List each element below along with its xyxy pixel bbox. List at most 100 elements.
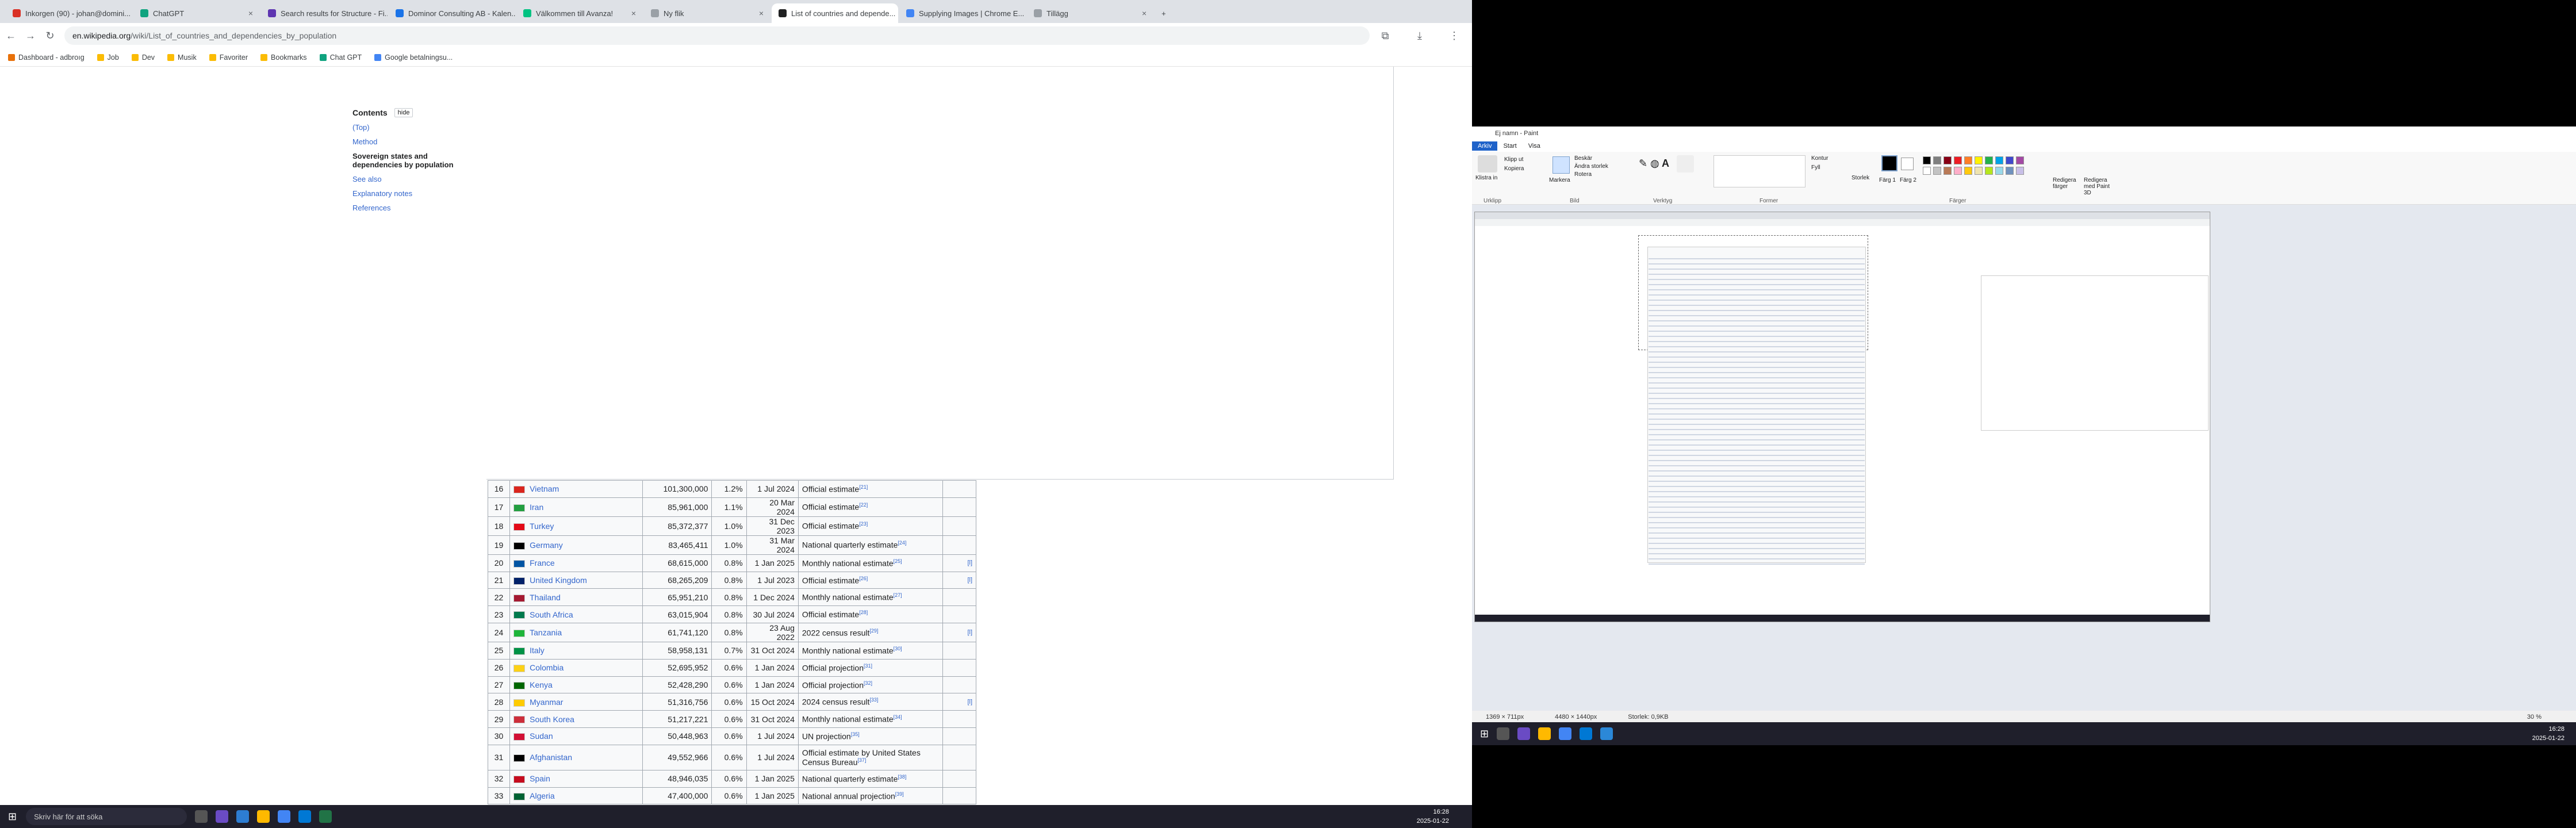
note-cell[interactable] [942, 535, 977, 555]
folder-icon[interactable] [257, 810, 270, 823]
toc-item-notes[interactable]: Explanatory notes [352, 189, 467, 198]
note-cell[interactable] [942, 658, 977, 677]
close-icon[interactable]: × [131, 9, 132, 18]
browser-tab[interactable]: Tillägg × [1027, 3, 1153, 23]
shapes-gallery[interactable] [1713, 155, 1805, 187]
note-cell[interactable] [942, 605, 977, 623]
vs-icon[interactable] [216, 810, 229, 823]
fill-icon[interactable]: ◍ [1650, 158, 1659, 170]
country-link[interactable]: France [530, 558, 555, 568]
close-icon[interactable]: × [245, 9, 253, 18]
download-icon[interactable]: ⤓ [1411, 27, 1428, 44]
chrome-icon-right[interactable] [1559, 727, 1572, 740]
toc-hide-button[interactable]: hide [394, 108, 413, 117]
bookmark-item[interactable]: Dashboard - adbroıg [8, 53, 85, 62]
paste-icon[interactable] [1478, 155, 1497, 172]
reference-link[interactable]: [24] [898, 540, 906, 546]
country-link[interactable]: South Africa [530, 610, 573, 619]
fill-dropdown[interactable]: Fyll [1811, 164, 1820, 171]
palette-swatch[interactable] [2006, 167, 2014, 175]
country-link[interactable]: Algeria [530, 791, 555, 800]
country-link[interactable]: United Kingdom [530, 576, 587, 585]
windows-start-icon[interactable]: ⊞ [8, 811, 17, 823]
note-cell[interactable] [942, 727, 977, 745]
pencil-icon[interactable]: ✎ [1639, 158, 1647, 170]
note-cell[interactable] [942, 497, 977, 517]
palette-swatch[interactable] [2006, 156, 2014, 164]
reference-link[interactable]: [22] [859, 502, 868, 508]
reload-icon[interactable]: ↻ [41, 27, 59, 44]
folder-icon-right[interactable] [1538, 727, 1551, 740]
reference-link[interactable]: [35] [851, 731, 860, 737]
task-view-icon[interactable] [195, 810, 208, 823]
bookmark-item[interactable]: Musik [167, 53, 197, 62]
search-icon-right[interactable] [1497, 727, 1510, 740]
reference-link[interactable]: [27] [894, 592, 902, 598]
palette-swatch[interactable] [1964, 167, 1972, 175]
palette-swatch[interactable] [1943, 167, 1952, 175]
country-link[interactable]: Sudan [530, 731, 553, 741]
back-icon[interactable]: ← [2, 27, 20, 44]
browser-tab[interactable]: Dominor Consulting AB - Kalen...× [389, 3, 515, 23]
reference-link[interactable]: [25] [894, 558, 902, 564]
taskbar-clock[interactable]: 16:28 2025-01-22 [1417, 807, 1449, 826]
toc-item-see-also[interactable]: See also [352, 175, 467, 183]
country-link[interactable]: Colombia [530, 663, 564, 672]
vscode-icon-right[interactable] [1580, 727, 1593, 740]
note-cell[interactable] [942, 787, 977, 805]
palette-swatch[interactable] [1923, 167, 1931, 175]
reference-link[interactable]: [28] [859, 610, 868, 615]
crop-button[interactable]: Beskär [1574, 155, 1592, 162]
browser-tab[interactable]: List of countries and depende...× [772, 3, 898, 23]
reference-link[interactable]: [32] [864, 680, 872, 686]
country-link[interactable]: Afghanistan [530, 753, 572, 762]
explorer-icon[interactable] [236, 810, 250, 823]
reference-link[interactable]: [21] [859, 484, 868, 490]
vscode-icon[interactable] [298, 810, 312, 823]
close-icon[interactable]: × [1138, 9, 1147, 18]
country-link[interactable]: Spain [530, 774, 550, 783]
tab-start[interactable]: Start [1497, 141, 1522, 151]
toc-item-method[interactable]: Method [352, 137, 467, 146]
windows-start-icon-right[interactable]: ⊞ [1480, 728, 1489, 740]
browser-tab[interactable]: Ny flik × [644, 3, 770, 23]
palette-swatch[interactable] [1975, 156, 1983, 164]
cut-button[interactable]: Klipp ut [1504, 156, 1523, 163]
country-link[interactable]: South Korea [530, 715, 574, 724]
outline-dropdown[interactable]: Kontur [1811, 155, 1828, 162]
paint-icon-right[interactable] [1600, 727, 1613, 740]
note-cell[interactable]: [l] [942, 571, 977, 589]
taskbar-search[interactable]: Skriv här för att söka [26, 808, 187, 825]
reference-link[interactable]: [26] [859, 576, 868, 581]
bookmark-item[interactable]: Google betalningsu... [374, 53, 453, 62]
excel-icon[interactable] [319, 810, 332, 823]
palette-swatch[interactable] [1943, 156, 1952, 164]
palette-swatch[interactable] [1964, 156, 1972, 164]
bookmark-item[interactable]: Favoriter [209, 53, 248, 62]
reference-link[interactable]: [31] [864, 663, 872, 669]
country-link[interactable]: Italy [530, 646, 545, 655]
country-link[interactable]: Iran [530, 503, 543, 512]
close-icon[interactable]: × [895, 9, 898, 18]
zoom-level[interactable]: 30 % [2527, 714, 2542, 720]
palette-swatch[interactable] [1954, 167, 1962, 175]
note-cell[interactable] [942, 769, 977, 788]
text-icon[interactable]: A [1662, 158, 1669, 170]
bookmark-item[interactable]: Chat GPT [319, 53, 362, 62]
palette-swatch[interactable] [1933, 156, 1941, 164]
bookmark-item[interactable]: Bookmarks [260, 53, 307, 62]
color1-swatch[interactable] [1881, 155, 1897, 171]
note-cell[interactable] [942, 710, 977, 728]
bookmark-item[interactable]: Job [97, 53, 119, 62]
color2-swatch[interactable] [1901, 158, 1914, 170]
reference-link[interactable]: [30] [894, 646, 902, 651]
tab-visa[interactable]: Visa [1523, 141, 1546, 151]
browser-tab[interactable]: Supplying Images | Chrome E...× [899, 3, 1026, 23]
pasted-screenshot[interactable] [1474, 212, 2210, 622]
palette-swatch[interactable] [1954, 156, 1962, 164]
menu-icon[interactable]: ⋮ [1446, 27, 1463, 44]
country-link[interactable]: Vietnam [530, 484, 559, 493]
browser-tab[interactable]: Inkorgen (90) - johan@domini...× [6, 3, 132, 23]
country-link[interactable]: Tanzania [530, 628, 562, 637]
reference-link[interactable]: [33] [869, 697, 878, 703]
